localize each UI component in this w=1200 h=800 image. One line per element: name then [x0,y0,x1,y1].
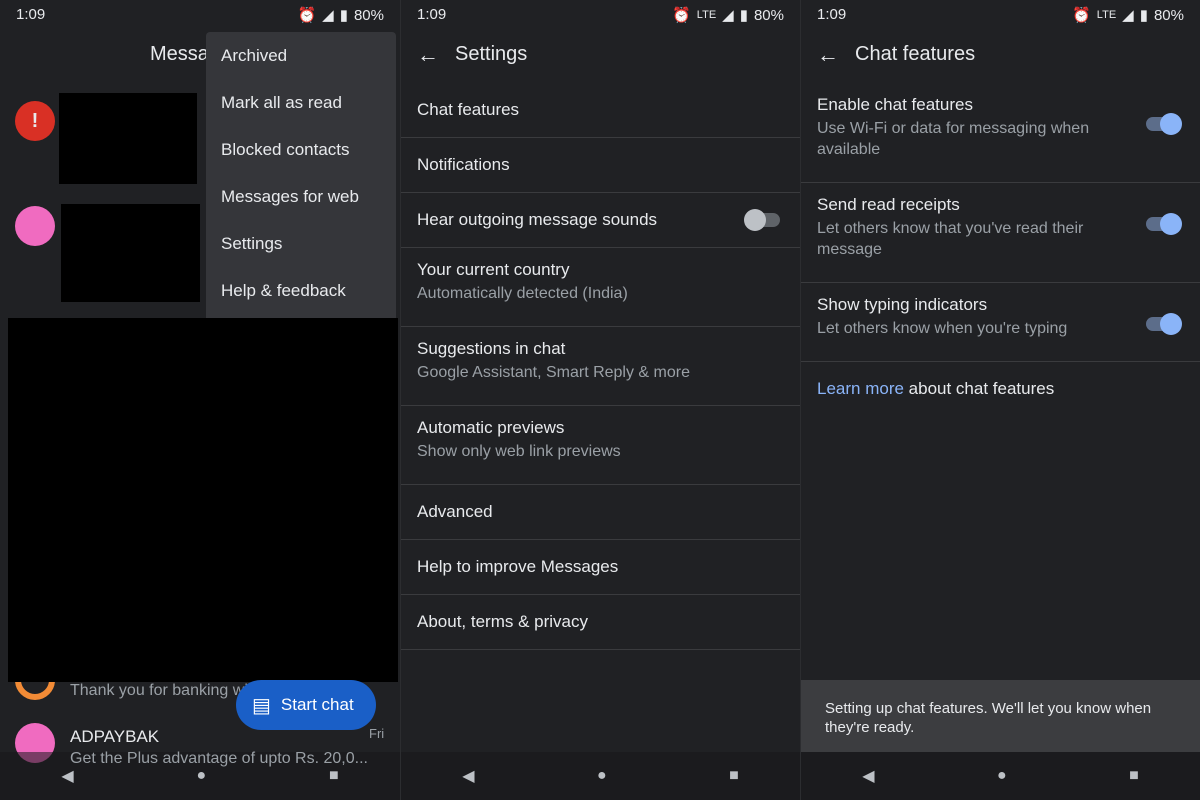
alert-avatar-icon: ! [15,101,55,141]
menu-item-mark-all-read[interactable]: Mark all as read [206,79,396,126]
row-title: Help to improve Messages [417,557,619,576]
row-subtitle: Use Wi-Fi or data for messaging when ava… [817,120,1090,158]
battery-level: 80% [353,6,384,24]
row-title: Show typing indicators [817,295,988,314]
toggle-knob [1160,313,1182,335]
page-title: Chat features [855,43,976,65]
battery-icon: ▮ [739,7,748,24]
row-title: Chat features [417,100,520,119]
signal-icon: ◢ [1122,7,1134,24]
back-nav-icon[interactable]: ◀ [462,766,474,786]
row-title: Hear outgoing message sounds [417,210,658,229]
battery-icon: ▮ [1139,7,1148,24]
overflow-menu: Archived Mark all as read Blocked contac… [206,32,396,322]
settings-row[interactable]: Notifications [401,138,800,193]
chat-icon: ▤ [252,694,271,717]
row-title: Advanced [417,502,493,521]
settings-row[interactable]: Suggestions in chat Google Assistant, Sma… [401,327,800,406]
start-chat-label: Start chat [280,695,354,714]
learn-more-rest: about chat features [903,379,1055,398]
settings-row[interactable]: Automatic previews Show only web link pre… [401,406,800,485]
row-subtitle: Google Assistant, Smart Reply & more [417,364,690,381]
status-time: 1:09 [16,6,46,23]
row-title: Suggestions in chat [417,339,566,358]
home-nav-icon[interactable]: ● [997,767,1007,785]
settings-row[interactable]: Your current country Automatically detect… [401,248,800,327]
status-time: 1:09 [817,6,847,23]
redacted-block [59,93,197,184]
status-bar: 1:09 ⏰ LTE ◢ ▮ 80% [801,0,1200,28]
recents-nav-icon[interactable]: ■ [1129,767,1139,785]
back-arrow-icon[interactable]: ← [817,42,839,68]
status-bar: 1:09 ⏰ ◢ ▮ 80% [0,0,400,28]
back-arrow-icon[interactable]: ← [417,42,439,68]
alarm-icon: ⏰ [672,7,691,24]
row-subtitle: Show only web link previews [417,443,621,460]
settings-row[interactable]: Help to improve Messages [401,540,800,595]
row-title: Enable chat features [817,95,973,114]
page-title: Settings [455,43,528,65]
status-bar: 1:09 ⏰ LTE ◢ ▮ 80% [401,0,800,28]
settings-row[interactable]: Hear outgoing message sounds [401,193,800,248]
settings-row[interactable]: Show typing indicators Let others know wh… [801,283,1200,362]
row-title: Automatic previews [417,418,565,437]
conversation-name[interactable]: ADPAYBAK [70,727,159,747]
settings-row[interactable]: Enable chat features Use Wi-Fi or data fo… [801,83,1200,183]
network-type: LTE [696,9,717,21]
chat-features-panel: 1:09 ⏰ LTE ◢ ▮ 80% ← Chat features Enable ch… [800,0,1200,800]
row-subtitle: Let others know that you've read their m… [817,220,1084,258]
row-subtitle: Automatically detected (India) [417,285,628,302]
toggle-switch[interactable] [1146,313,1182,335]
menu-item-archived[interactable]: Archived [206,32,396,79]
back-nav-icon[interactable]: ◀ [61,766,73,786]
toggle-knob [1160,213,1182,235]
recents-nav-icon[interactable]: ■ [329,767,339,785]
network-type: LTE [1096,9,1117,21]
learn-more-link[interactable]: Learn more [817,379,904,398]
settings-row[interactable]: Chat features [401,83,800,138]
row-title: About, terms & privacy [417,612,589,631]
toggle-switch[interactable] [1146,113,1182,135]
nav-bar: ◀ ● ■ [801,752,1200,800]
menu-item-settings[interactable]: Settings [206,220,396,267]
toggle-switch[interactable] [1146,213,1182,235]
toggle-knob [744,209,766,231]
home-nav-icon[interactable]: ● [597,767,607,785]
battery-level: 80% [1153,6,1184,24]
nav-bar: ◀ ● ■ [401,752,800,800]
redacted-block [61,204,200,302]
snackbar: Setting up chat features. We'll let you … [801,680,1200,752]
alarm-icon: ⏰ [297,7,317,24]
redacted-block [8,318,398,682]
row-title: Your current country [417,260,570,279]
menu-item-help-feedback[interactable]: Help & feedback [206,267,396,314]
start-chat-button[interactable]: ▤ Start chat [236,680,376,730]
home-nav-icon[interactable]: ● [196,767,206,785]
signal-icon: ◢ [322,7,334,24]
row-title: Notifications [417,155,510,174]
settings-row[interactable]: About, terms & privacy [401,595,800,650]
learn-more-text: Learn more about chat features [817,379,1054,399]
conversation-preview[interactable]: Thank you for banking wi [70,682,248,700]
back-nav-icon[interactable]: ◀ [862,766,874,786]
row-subtitle: Let others know when you're typing [817,320,1068,337]
settings-row[interactable]: Send read receipts Let others know that y… [801,183,1200,283]
messages-panel: 1:09 ⏰ ◢ ▮ 80% Messages ! Archived Mark all… [0,0,400,800]
recents-nav-icon[interactable]: ■ [729,767,739,785]
alarm-icon: ⏰ [1072,7,1091,24]
status-time: 1:09 [417,6,447,23]
toggle-switch[interactable] [744,209,780,231]
settings-row[interactable]: Advanced [401,485,800,540]
battery-icon: ▮ [339,7,348,24]
menu-item-messages-for-web[interactable]: Messages for web [206,173,396,220]
row-title: Send read receipts [817,195,960,214]
conversation-preview[interactable]: Get the Plus advantage of upto Rs. 20,0.… [70,750,368,768]
signal-icon: ◢ [722,7,734,24]
toggle-knob [1160,113,1182,135]
menu-item-blocked-contacts[interactable]: Blocked contacts [206,126,396,173]
battery-level: 80% [753,6,784,24]
conversation-time: Fri [369,726,385,741]
settings-panel: 1:09 ⏰ LTE ◢ ▮ 80% ← Settings Chat features N… [400,0,800,800]
person-avatar-icon [15,206,55,246]
